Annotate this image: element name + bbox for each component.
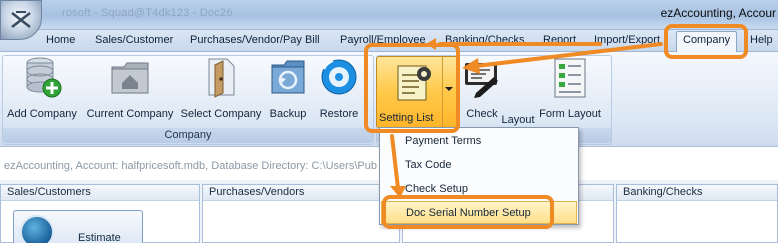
backup-icon (271, 60, 305, 94)
restore-disc-icon (321, 59, 357, 95)
window-title-faded: rosoft - Squad@T4dk123 - Doc26 (62, 7, 233, 19)
layout-button[interactable]: Layout (498, 108, 538, 126)
backup-button[interactable]: Backup (266, 55, 310, 120)
current-company-label: Current Company (86, 108, 174, 120)
current-company-button[interactable]: Current Company (84, 55, 176, 120)
menu-bar: Home Sales/Customer Purchases/Vendor/Pay… (0, 30, 778, 52)
purchases-vendors-title: Purchases/Vendors (203, 185, 399, 201)
select-company-label: Select Company (180, 108, 262, 120)
menu-help[interactable]: Help (750, 34, 773, 46)
menu-banking-checks[interactable]: Banking/Checks (445, 34, 525, 46)
file-select-icon (208, 58, 235, 98)
menu-import-export[interactable]: Import/Export (594, 34, 660, 46)
folder-home-icon (111, 62, 149, 94)
select-company-button[interactable]: Select Company (178, 55, 264, 120)
sales-customers-panel: Sales/Customers Estimate (0, 184, 200, 243)
estimate-label: Estimate (78, 232, 121, 243)
layout-label: Layout (501, 114, 535, 126)
clock-icon (20, 215, 54, 243)
setting-list-dropdown-toggle[interactable] (442, 57, 457, 127)
menu-sales-customer[interactable]: Sales/Customer (95, 34, 173, 46)
add-company-button[interactable]: Add Company (6, 55, 78, 120)
window-title: ezAccounting, Accour (660, 6, 776, 20)
check-setup-item[interactable]: Check Setup (381, 178, 577, 201)
database-add-icon (26, 57, 62, 98)
sales-customers-title: Sales/Customers (1, 185, 199, 201)
setting-list-label: Setting List (379, 112, 434, 124)
purchases-vendors-panel: Purchases/Vendors (202, 184, 400, 243)
caret-down-icon (445, 87, 453, 91)
add-company-label: Add Company (7, 108, 77, 120)
menu-purchases-vendor[interactable]: Purchases/Vendor/Pay Bill (190, 34, 320, 46)
company-group-label: Company (3, 128, 373, 143)
settings-gear-icon (397, 65, 431, 101)
check-label: Check (466, 108, 498, 120)
restore-label: Restore (319, 108, 359, 120)
check-button[interactable]: Check (462, 55, 502, 120)
form-layout-icon (554, 58, 586, 98)
menu-payroll-employee[interactable]: Payroll/Employee (340, 34, 426, 46)
setting-list-button[interactable]: Setting List (376, 56, 458, 128)
menu-home[interactable]: Home (46, 34, 75, 46)
backup-label: Backup (269, 108, 307, 120)
restore-button[interactable]: Restore (314, 55, 364, 120)
app-logo-icon (11, 11, 31, 29)
tax-code-item[interactable]: Tax Code (381, 154, 577, 177)
title-bar: rosoft - Squad@T4dk123 - Doc26 ezAccount… (0, 0, 778, 40)
banking-checks-panel: Banking/Checks (616, 184, 778, 243)
doc-serial-number-setup-item[interactable]: Doc Serial Number Setup (381, 201, 577, 224)
banking-checks-title: Banking/Checks (617, 185, 777, 201)
check-edit-icon (465, 63, 498, 98)
estimate-tile[interactable]: Estimate (13, 210, 143, 243)
form-layout-label: Form Layout (539, 108, 601, 120)
form-layout-button[interactable]: Form Layout (538, 55, 602, 120)
payment-terms-item[interactable]: Payment Terms (381, 130, 577, 153)
menu-company[interactable]: Company (676, 31, 738, 52)
setting-list-dropdown: Payment Terms Tax Code Check Setup Doc S… (379, 127, 579, 225)
menu-report[interactable]: Report (543, 34, 576, 46)
